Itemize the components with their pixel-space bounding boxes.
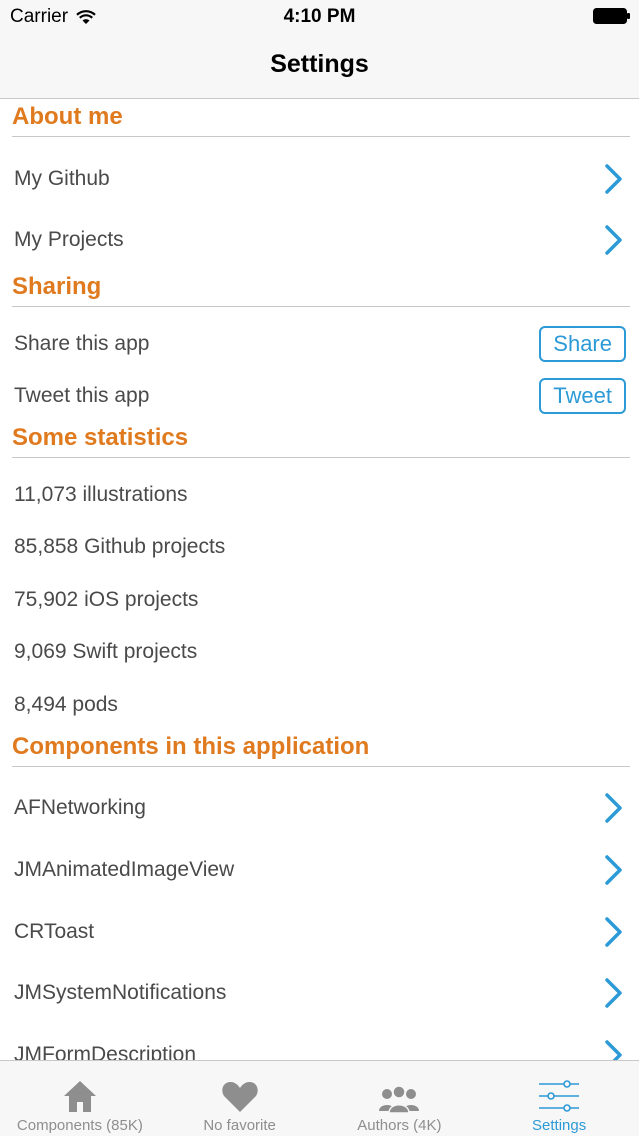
list-item-jmanimatedimageview[interactable]: JMAnimatedImageView xyxy=(14,848,626,892)
heart-icon xyxy=(221,1082,258,1112)
chevron-right-icon xyxy=(605,164,622,194)
stat-pods: 8,494 pods xyxy=(14,693,118,716)
row-label: JMAnimatedImageView xyxy=(14,858,235,881)
tab-settings[interactable]: Settings xyxy=(479,1061,639,1136)
list-item-crtoast[interactable]: CRToast xyxy=(14,910,626,954)
chevron-right-icon xyxy=(605,225,622,255)
share-button[interactable]: Share xyxy=(539,326,626,362)
stat-item: 8,494 pods xyxy=(14,689,626,721)
stat-item: 85,858 Github projects xyxy=(14,531,626,563)
status-bar: Carrier 4:10 PM xyxy=(0,0,639,34)
stat-item: 75,902 iOS projects xyxy=(14,584,626,616)
list-item-tweet: Tweet this app Tweet xyxy=(14,377,626,415)
row-label: AFNetworking xyxy=(14,796,146,819)
row-label: Tweet this app xyxy=(14,384,150,407)
row-label: JMSystemNotifications xyxy=(14,981,227,1004)
stat-github-projects: 85,858 Github projects xyxy=(14,535,226,558)
clock: 4:10 PM xyxy=(283,6,356,27)
chevron-right-icon xyxy=(605,917,622,947)
chevron-right-icon xyxy=(605,855,622,885)
settings-list[interactable]: About me My Github My Projects Sharing S… xyxy=(0,99,639,1060)
tab-favorites[interactable]: No favorite xyxy=(160,1061,320,1136)
list-item-afnetworking[interactable]: AFNetworking xyxy=(14,786,626,830)
section-header-statistics: Some statistics xyxy=(12,422,630,458)
tab-label: Settings xyxy=(532,1117,587,1134)
page-title: Settings xyxy=(270,50,369,78)
tab-label: Authors (4K) xyxy=(357,1117,442,1134)
tab-components[interactable]: Components (85K) xyxy=(0,1061,160,1136)
stat-swift-projects: 9,069 Swift projects xyxy=(14,640,198,663)
row-label: Share this app xyxy=(14,332,150,355)
chevron-right-icon xyxy=(605,978,622,1008)
people-icon xyxy=(379,1085,420,1113)
row-label: My Projects xyxy=(14,228,124,251)
stat-ios-projects: 75,902 iOS projects xyxy=(14,588,199,611)
row-label: My Github xyxy=(14,167,110,190)
stat-item: 9,069 Swift projects xyxy=(14,636,626,668)
list-item-my-projects[interactable]: My Projects xyxy=(14,218,626,262)
row-label: JMFormDescription xyxy=(14,1043,197,1060)
list-item-jmsystemnotifications[interactable]: JMSystemNotifications xyxy=(14,971,626,1015)
navigation-bar: Carrier 4:10 PM Settings xyxy=(0,0,639,99)
chevron-right-icon xyxy=(605,793,622,823)
list-item-share: Share this app Share xyxy=(14,325,626,363)
tab-bar: Components (85K) No favorite Authors (4K… xyxy=(0,1060,639,1136)
tab-label: No favorite xyxy=(203,1117,276,1134)
chevron-right-icon xyxy=(605,1040,622,1060)
stat-illustrations: 11,073 illustrations xyxy=(14,483,188,506)
tab-authors[interactable]: Authors (4K) xyxy=(320,1061,480,1136)
house-icon xyxy=(63,1081,96,1112)
section-header-components: Components in this application xyxy=(12,731,630,767)
section-header-sharing: Sharing xyxy=(12,271,630,307)
row-label: CRToast xyxy=(14,920,95,943)
battery-icon xyxy=(593,8,630,24)
list-item-jmformdescription[interactable]: JMFormDescription xyxy=(14,1033,626,1060)
tweet-button[interactable]: Tweet xyxy=(539,378,626,414)
stat-item: 11,073 illustrations xyxy=(14,479,626,511)
list-item-my-github[interactable]: My Github xyxy=(14,157,626,201)
sliders-icon xyxy=(539,1080,580,1112)
tab-label: Components (85K) xyxy=(16,1117,143,1134)
section-header-about: About me xyxy=(12,101,630,137)
